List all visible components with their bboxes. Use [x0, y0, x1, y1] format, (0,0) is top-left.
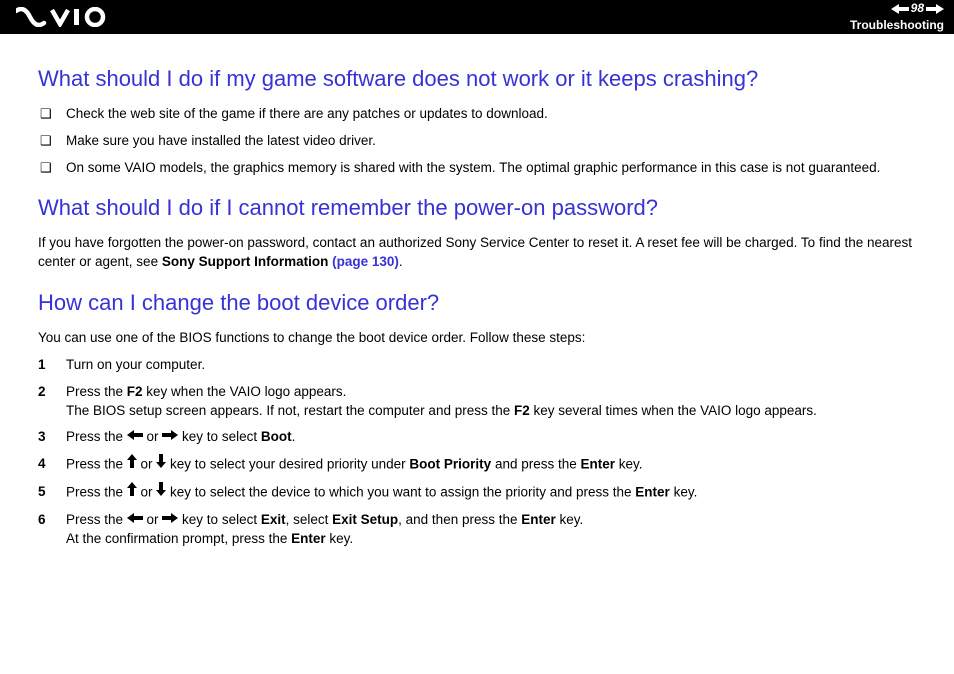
right-arrow-icon: [162, 510, 178, 529]
question-1-list: Check the web site of the game if there …: [38, 105, 916, 178]
page-number: 98: [911, 0, 924, 17]
key-label: F2: [127, 384, 143, 399]
step-text: or: [137, 457, 157, 472]
prev-page-arrow-icon[interactable]: [891, 4, 909, 14]
step-text: key.: [615, 457, 643, 472]
vaio-logo: [16, 7, 108, 27]
step-text: Press the: [66, 429, 127, 444]
step-number: 5: [38, 483, 46, 502]
page-link[interactable]: (page 130): [332, 254, 399, 269]
step-text: key to select the device to which you wa…: [166, 485, 635, 500]
target-label: Boot Priority: [409, 457, 491, 472]
step-text: key.: [670, 485, 698, 500]
up-arrow-icon: [127, 454, 137, 474]
target-label: Exit: [261, 512, 286, 527]
step-text: Press the: [66, 485, 127, 500]
step-item: 3 Press the or key to select Boot.: [66, 428, 916, 447]
step-text: Press the: [66, 457, 127, 472]
down-arrow-icon: [156, 482, 166, 502]
page-content: What should I do if my game software doe…: [0, 34, 954, 577]
step-text: Turn on your computer.: [66, 357, 205, 372]
target-label: Exit Setup: [332, 512, 398, 527]
key-label: Enter: [581, 457, 616, 472]
target-label: Boot: [261, 429, 292, 444]
step-text: key.: [326, 531, 354, 546]
step-text: key several times when the VAIO logo app…: [530, 403, 817, 418]
step-number: 3: [38, 428, 46, 447]
step-number: 6: [38, 511, 46, 530]
step-text: or: [137, 485, 157, 500]
step-text: .: [292, 429, 296, 444]
right-arrow-icon: [162, 427, 178, 446]
step-text: Press the: [66, 384, 127, 399]
next-page-arrow-icon[interactable]: [926, 4, 944, 14]
list-item: Make sure you have installed the latest …: [66, 132, 916, 151]
step-number: 1: [38, 356, 46, 375]
left-arrow-icon: [127, 427, 143, 446]
steps-list: 1 Turn on your computer. 2 Press the F2 …: [38, 356, 916, 549]
step-text: At the confirmation prompt, press the: [66, 531, 291, 546]
question-2-title: What should I do if I cannot remember th…: [38, 193, 916, 224]
step-item: 6 Press the or key to select Exit, selec…: [66, 511, 916, 549]
step-text: , select: [286, 512, 333, 527]
question-3-title: How can I change the boot device order?: [38, 288, 916, 319]
list-item: On some VAIO models, the graphics memory…: [66, 159, 916, 178]
key-label: F2: [514, 403, 530, 418]
step-text: or: [143, 429, 163, 444]
step-text: key to select your desired priority unde…: [166, 457, 409, 472]
step-text: key to select: [178, 512, 261, 527]
header-nav: 98 Troubleshooting: [850, 0, 944, 34]
up-arrow-icon: [127, 482, 137, 502]
body-bold: Sony Support Information: [162, 254, 332, 269]
question-3-intro: You can use one of the BIOS functions to…: [38, 329, 916, 348]
left-arrow-icon: [127, 510, 143, 529]
body-text: .: [399, 254, 403, 269]
header-bar: 98 Troubleshooting: [0, 0, 954, 34]
step-text: or: [143, 512, 163, 527]
key-label: Enter: [521, 512, 556, 527]
question-2-body: If you have forgotten the power-on passw…: [38, 234, 916, 272]
list-item: Check the web site of the game if there …: [66, 105, 916, 124]
key-label: Enter: [291, 531, 326, 546]
step-number: 4: [38, 455, 46, 474]
step-text: key to select: [178, 429, 261, 444]
key-label: Enter: [635, 485, 670, 500]
step-text: Press the: [66, 512, 127, 527]
question-1-title: What should I do if my game software doe…: [38, 64, 916, 95]
step-text: and press the: [491, 457, 580, 472]
down-arrow-icon: [156, 454, 166, 474]
step-text: , and then press the: [398, 512, 521, 527]
step-item: 2 Press the F2 key when the VAIO logo ap…: [66, 383, 916, 421]
step-item: 1 Turn on your computer.: [66, 356, 916, 375]
step-item: 4 Press the or key to select your desire…: [66, 455, 916, 475]
step-text: key.: [556, 512, 584, 527]
section-label: Troubleshooting: [850, 17, 944, 34]
step-number: 2: [38, 383, 46, 402]
step-item: 5 Press the or key to select the device …: [66, 483, 916, 503]
step-text: key when the VAIO logo appears.: [143, 384, 347, 399]
step-text: The BIOS setup screen appears. If not, r…: [66, 403, 514, 418]
